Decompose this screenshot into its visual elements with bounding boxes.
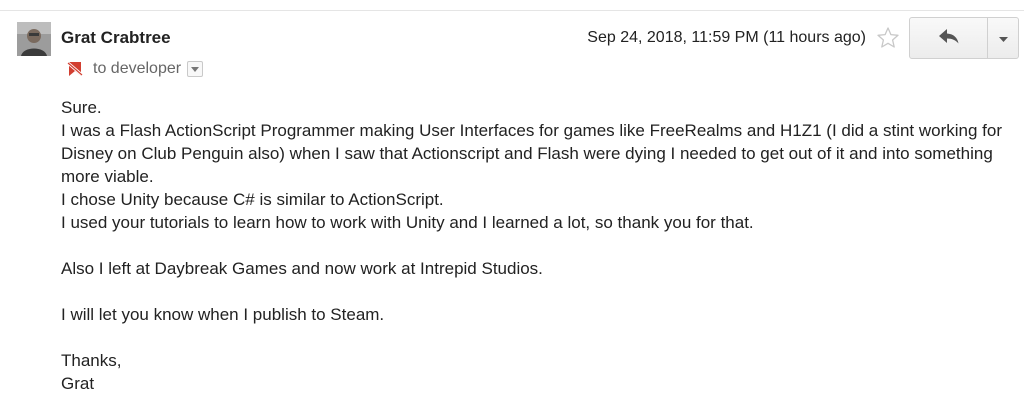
reply-button-group xyxy=(909,17,1019,59)
body-line: I chose Unity because C# is similar to A… xyxy=(61,190,444,209)
body-line: Grat xyxy=(61,374,95,393)
divider xyxy=(0,10,1024,11)
avatar[interactable] xyxy=(17,22,51,56)
body-line: I will let you know when I publish to St… xyxy=(61,305,385,324)
chevron-down-icon xyxy=(998,29,1008,47)
body-line: Also I left at Daybreak Games and now wo… xyxy=(61,259,543,278)
more-options-button[interactable] xyxy=(988,18,1018,58)
label-important-off-icon[interactable] xyxy=(66,60,84,78)
body-line: I used your tutorials to learn how to wo… xyxy=(61,213,754,232)
star-outline-icon[interactable] xyxy=(876,26,900,50)
show-details-chevron-icon[interactable] xyxy=(187,61,204,77)
body-line: Thanks, xyxy=(61,351,122,370)
body-line: Sure. xyxy=(61,98,102,117)
sender-name[interactable]: Grat Crabtree xyxy=(61,28,171,48)
message-body: Sure. I was a Flash ActionScript Program… xyxy=(61,96,1011,395)
reply-arrow-icon xyxy=(938,28,960,49)
recipient-text: to developer xyxy=(93,60,182,77)
reply-button[interactable] xyxy=(910,18,988,58)
body-line: I was a Flash ActionScript Programmer ma… xyxy=(61,121,1003,186)
recipient-row: to developer xyxy=(66,58,204,80)
message-date: Sep 24, 2018, 11:59 PM (11 hours ago) xyxy=(587,29,866,46)
